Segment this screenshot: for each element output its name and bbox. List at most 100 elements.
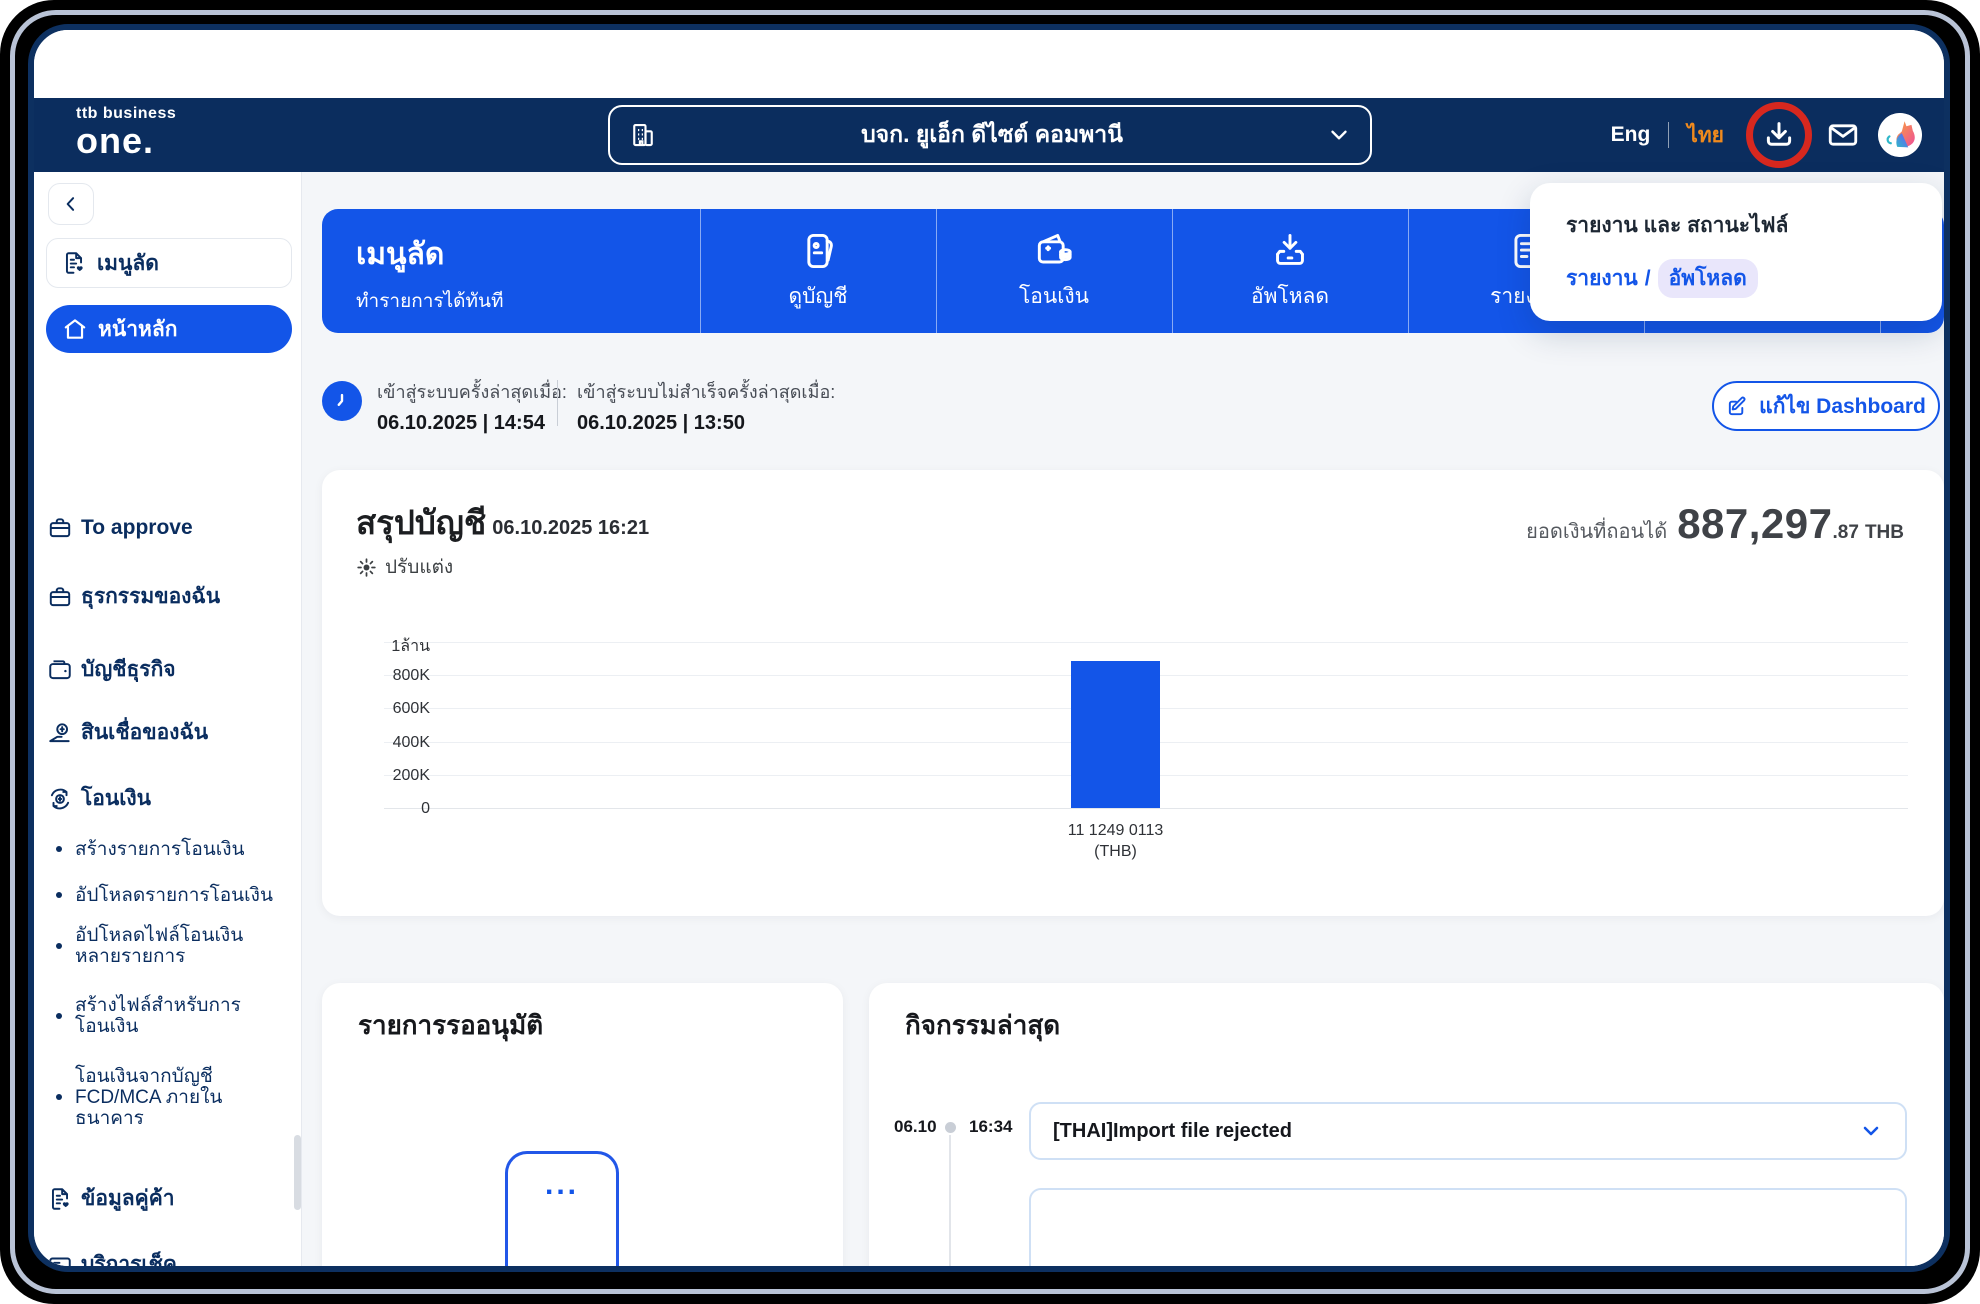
window-top-strip (34, 30, 1944, 98)
last-login-value: 06.10.2025 | 14:54 (377, 412, 567, 435)
reports-link-text[interactable]: รายงาน (1566, 262, 1638, 295)
withdrawable-currency: THB (1865, 522, 1904, 544)
sidebar-subitem-create-transfer-file[interactable]: สร้างไฟล์สำหรับการโอนเงิน (56, 990, 282, 1042)
cheque-icon (47, 1252, 73, 1267)
activity-date: 06.10 (894, 1117, 937, 1137)
account-summary-card: สรุปบัญชี 06.10.2025 16:21 ปรับแต่ง ยอดเ… (322, 470, 1944, 916)
sidebar-item-cheque-services[interactable]: บริการเช็ค (47, 1248, 295, 1266)
activity-row-partial[interactable] (1029, 1188, 1907, 1266)
upload-tray-icon (1268, 229, 1312, 273)
sidebar-item-business-accounts[interactable]: บัญชีธุรกิจ (47, 653, 295, 686)
chevron-down-icon (1326, 122, 1352, 148)
bullet-dot (56, 846, 62, 852)
bullet-dot (56, 892, 62, 898)
building-icon (628, 120, 658, 150)
upload-link-highlighted[interactable]: อัพโหลด (1658, 259, 1758, 298)
logo-text-main: one. (76, 123, 176, 159)
briefcase-icon (47, 515, 73, 541)
login-divider (557, 380, 558, 426)
briefcase-icon (47, 584, 73, 610)
sidebar-label: บัญชีธุรกิจ (81, 653, 176, 686)
sidebar-label: โอนเงิน (81, 782, 151, 815)
sidebar-subitem-upload-transfer[interactable]: อัปโหลดรายการโอนเงิน (56, 875, 282, 915)
wallet-icon (47, 657, 73, 683)
login-info-row: เข้าสู่ระบบครั้งล่าสุดเมื่อ: 06.10.2025 … (322, 375, 1944, 435)
sidebar-label: ข้อมูลคู่ค้า (81, 1182, 175, 1215)
sidebar-sub-label: อัปโหลดไฟล์โอนเงินหลายรายการ (75, 925, 275, 967)
quick-tile-label: โอนเงิน (1019, 280, 1089, 313)
document-heart-icon (47, 1186, 73, 1212)
lang-toggle-eng[interactable]: Eng (1611, 123, 1651, 147)
sidebar-home-label: หน้าหลัก (98, 313, 177, 346)
withdrawable-label: ยอดเงินที่ถอนได้ (1526, 515, 1667, 547)
balance-bar-chart: 1ล้าน 800K 600K 400K 200K 0 11 1249 0113… (384, 642, 1908, 808)
sidebar-item-home[interactable]: หน้าหลัก (46, 305, 292, 353)
quick-tile-label: อัพโหลด (1251, 280, 1329, 313)
company-name: บจก. ยูเอ็ก ดีไซต์ คอมพานี (658, 117, 1326, 153)
user-avatar[interactable] (1878, 113, 1922, 157)
activity-time: 16:34 (969, 1117, 1012, 1137)
sidebar-item-my-transactions[interactable]: ธุรกรรมของฉัน (47, 580, 295, 613)
last-failed-label: เข้าสู่ระบบไม่สำเร็จครั้งล่าสุดเมื่อ: (577, 377, 835, 406)
sidebar-label: สินเชื่อของฉัน (81, 716, 208, 749)
timeline-line (949, 1135, 951, 1266)
recent-activity-title: กิจกรรมล่าสุด (905, 1005, 1060, 1046)
app-header: ttb business one. บจก. ยูเอ็ก ดีไซต์ คอม… (34, 98, 1944, 172)
sidebar-label: To approve (81, 516, 193, 540)
sidebar: เมนูลัด หน้าหลัก (34, 172, 302, 1266)
sidebar-subitem-fcd-mca-transfer[interactable]: โอนเงินจากบัญชี FCD/MCA ภายใน ธนาคาร (56, 1060, 282, 1134)
gear-icon (356, 557, 377, 578)
company-selector[interactable]: บจก. ยูเอ็ก ดีไซต์ คอมพานี (608, 105, 1372, 165)
reports-upload-link[interactable]: รายงาน / อัพโหลด (1566, 259, 1758, 298)
account-number-label: 11 1249 0113 (1024, 820, 1207, 841)
mail-icon[interactable] (1826, 118, 1860, 152)
sidebar-sub-label: สร้างรายการโอนเงิน (75, 839, 275, 860)
quick-menu-subtitle: ทำรายการได้ทันที (356, 286, 504, 316)
quick-tile-transfer[interactable]: โอนเงิน (936, 209, 1172, 333)
sidebar-sub-label: อัปโหลดรายการโอนเงิน (75, 885, 275, 906)
sidebar-collapse-button[interactable] (48, 183, 94, 225)
bullet-dot (56, 943, 62, 949)
app-window: ttb business one. บจก. ยูเอ็ก ดีไซต์ คอม… (28, 24, 1950, 1272)
sidebar-item-transfer[interactable]: โอนเงิน (47, 782, 295, 815)
sidebar-scrollbar-thumb[interactable] (294, 1135, 301, 1210)
document-heart-icon (61, 250, 87, 276)
y-tick: 800K (350, 667, 430, 685)
reports-download-icon[interactable] (1762, 118, 1796, 152)
y-tick: 1ล้าน (350, 634, 430, 659)
sidebar-item-counterparty-data[interactable]: ข้อมูลคู่ค้า (47, 1182, 295, 1215)
timeline-dot (945, 1122, 956, 1133)
passbook-icon (796, 229, 840, 273)
customize-label: ปรับแต่ง (385, 552, 453, 582)
screenshot-canvas: ttb business one. บจก. ยูเอ็ก ดีไซต์ คอม… (0, 0, 1980, 1304)
chevron-down-icon[interactable] (1859, 1119, 1883, 1143)
sidebar-item-to-approve[interactable]: To approve (47, 515, 295, 541)
sidebar-item-shortcut-menu[interactable]: เมนูลัด (46, 238, 292, 288)
sidebar-label: ธุรกรรมของฉัน (81, 580, 220, 613)
sidebar-subitem-upload-bulk-file[interactable]: อัปโหลดไฟล์โอนเงินหลายรายการ (56, 920, 282, 972)
activity-row-import-rejected[interactable]: [THAI]Import file rejected (1029, 1102, 1907, 1160)
sidebar-item-my-loans[interactable]: สินเชื่อของฉัน (47, 716, 295, 749)
last-failed-value: 06.10.2025 | 13:50 (577, 412, 835, 435)
pending-approvals-card: รายการรออนุมัติ ... (322, 983, 843, 1266)
transfer-coin-icon (47, 786, 73, 812)
reports-popup-title: รายงาน และ สถานะไฟล์ (1566, 209, 1788, 242)
bullet-dot (56, 1094, 62, 1100)
quick-menu-title: เมนูลัด (356, 231, 504, 278)
customize-button[interactable]: ปรับแต่ง (356, 552, 453, 582)
currency-sub-label: (THB) (1024, 841, 1207, 862)
empty-state-document-illustration: ... (505, 1151, 619, 1266)
quick-tile-upload[interactable]: อัพโหลด (1172, 209, 1408, 333)
edit-dashboard-label: แก้ไข Dashboard (1759, 390, 1926, 423)
reports-popup: รายงาน และ สถานะไฟล์ รายงาน / อัพโหลด (1530, 183, 1942, 321)
lang-toggle-thai[interactable]: ไทย (1687, 119, 1724, 152)
sidebar-subitem-create-transfer[interactable]: สร้างรายการโอนเงิน (56, 829, 282, 869)
withdrawable-balance: ยอดเงินที่ถอนได้ 887,297 .87 THB (1526, 500, 1904, 548)
withdrawable-amount: 887,297 (1677, 500, 1832, 548)
wallet-transfer-icon (1032, 229, 1076, 273)
quick-tile-view-accounts[interactable]: ดูบัญชี (700, 209, 936, 333)
edit-dashboard-button[interactable]: แก้ไข Dashboard (1712, 381, 1940, 431)
header-right-cluster: Eng ไทย (1611, 98, 1922, 172)
y-tick: 200K (350, 767, 430, 785)
summary-timestamp: 06.10.2025 16:21 (492, 517, 649, 540)
